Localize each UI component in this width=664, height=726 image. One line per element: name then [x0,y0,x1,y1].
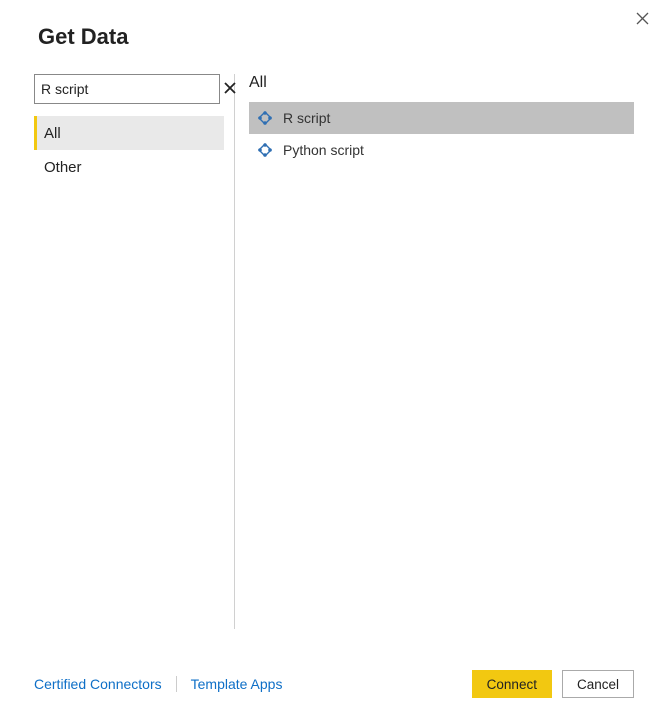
connector-icon [257,110,273,126]
dialog-footer: Certified Connectors Template Apps Conne… [34,670,634,698]
dialog-title: Get Data [0,0,664,50]
connector-item-r-script[interactable]: R script [249,102,634,134]
category-list: All Other [34,116,224,184]
connector-label: Python script [283,142,364,158]
close-icon [636,12,649,25]
dialog-body: All Other All R script Python script [0,74,664,634]
connector-item-python-script[interactable]: Python script [249,134,634,166]
certified-connectors-link[interactable]: Certified Connectors [34,676,162,692]
category-label: Other [44,159,82,176]
connector-list-header: All [249,74,634,102]
connector-label: R script [283,110,330,126]
search-input[interactable] [41,81,222,97]
connector-list: R script Python script [249,102,634,166]
category-label: All [44,125,61,142]
right-pane: All R script Python script [249,74,664,634]
clear-icon [224,82,236,94]
category-item-all[interactable]: All [34,116,224,150]
footer-links: Certified Connectors Template Apps [34,676,282,692]
search-box[interactable] [34,74,220,104]
template-apps-link[interactable]: Template Apps [191,676,283,692]
footer-separator [176,676,177,692]
left-pane: All Other [34,74,224,634]
connector-icon [257,142,273,158]
connect-button[interactable]: Connect [472,670,552,698]
category-item-other[interactable]: Other [34,150,224,184]
close-button[interactable] [632,8,652,28]
search-clear-button[interactable] [222,81,238,98]
pane-divider [234,74,235,629]
footer-buttons: Connect Cancel [472,670,634,698]
cancel-button[interactable]: Cancel [562,670,634,698]
